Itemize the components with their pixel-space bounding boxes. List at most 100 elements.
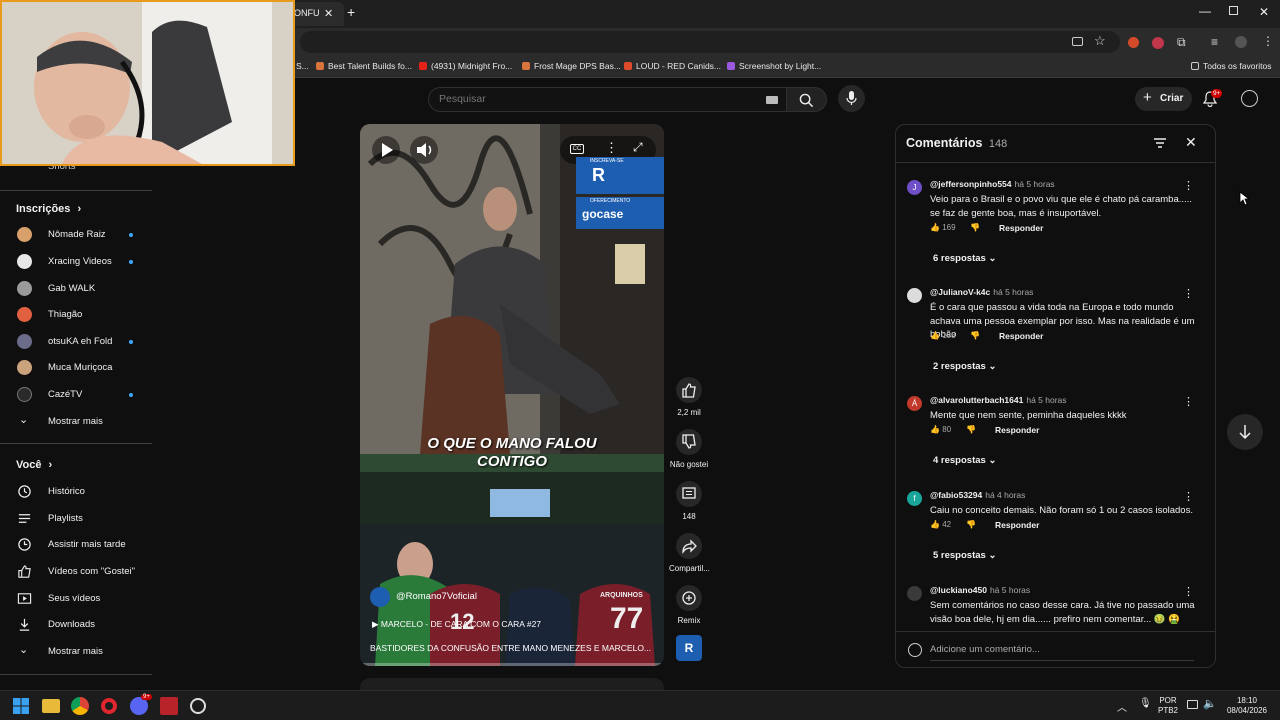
reply-button[interactable]: Responder [995,520,1039,530]
next-short-preview[interactable] [360,678,664,690]
thumb-down-icon[interactable]: 👎 [966,425,976,434]
network-icon[interactable] [1187,700,1198,709]
comment-menu-icon[interactable]: ⋮ [1183,395,1194,408]
comment-menu-icon[interactable]: ⋮ [1183,287,1194,300]
close-window-icon[interactable]: ✕ [1259,5,1269,19]
close-comments-icon[interactable]: ✕ [1185,134,1197,151]
sidebar-subscription[interactable]: CazéTV [0,383,150,407]
comment-avatar[interactable] [907,288,922,303]
bookmark-item[interactable]: S... [296,61,309,71]
comment-like-button[interactable]: 👍 169 [930,223,956,232]
comment-author[interactable]: @alvarolutterbach1641 há 5 horas [930,395,1067,405]
add-comment-area[interactable]: Adicione um comentário... [896,631,1215,667]
language-indicator[interactable]: POR PTB2 [1155,696,1181,716]
shorts-video-player[interactable]: CC ⋮ ⤢ INSCREVA-SE R OFERECIMENTO gocase… [360,124,664,666]
comment-avatar[interactable]: f [907,491,922,506]
file-explorer-icon[interactable] [42,699,60,713]
sidebar-item-liked-videos[interactable]: Vídeos com "Gostei" [0,560,150,584]
view-replies-button[interactable]: 2 respostas ⌄ [933,361,996,372]
sidebar-item-playlists[interactable]: Playlists [0,507,150,531]
remix-button[interactable]: Remix [669,585,709,625]
share-button[interactable]: Compartil... [669,533,710,573]
sort-icon[interactable] [1153,137,1167,149]
thumb-down-icon[interactable]: 👎 [966,520,976,529]
you-heading[interactable]: Você › [16,459,52,471]
reply-button[interactable]: Responder [995,425,1039,435]
dislike-button[interactable]: Não gostei [669,429,709,469]
progress-bar[interactable] [360,663,664,666]
app-icon[interactable] [160,697,178,715]
volume-tray-icon[interactable]: 🔈 [1203,697,1217,710]
comment-avatar[interactable]: Á [907,396,922,411]
sidebar-subscription[interactable]: otsuKA eh Fold [0,330,150,354]
bookmark-item[interactable]: Frost Mage DPS Bas... [522,61,621,71]
fullscreen-icon[interactable]: ⤢ [633,140,643,155]
clock[interactable]: 18:10 08/04/2026 [1222,696,1272,716]
show-more-subscriptions[interactable]: ⌄ Mostrar mais [0,410,150,434]
browser-menu-icon[interactable]: ⋮ [1262,34,1274,48]
channel-thumbnail[interactable]: R [676,635,702,661]
minimize-icon[interactable]: — [1199,4,1211,18]
windows-start-icon[interactable] [12,697,30,715]
sidebar-subscription[interactable]: Gab WALK [0,277,150,301]
url-field[interactable] [300,31,1120,53]
bookmark-item[interactable]: LOUD - RED Canids... [624,61,721,71]
notifications-button[interactable]: 9+ [1203,89,1223,107]
more-options-icon[interactable]: ⋮ [605,140,618,156]
profile-avatar[interactable] [1235,36,1247,48]
comment-author[interactable]: @fabio53294 há 4 horas [930,490,1025,500]
comment-avatar[interactable]: J [907,180,922,195]
scroll-down-button[interactable] [1227,414,1263,450]
all-bookmarks[interactable]: Todos os favoritos [1191,61,1272,71]
comment-menu-icon[interactable]: ⋮ [1183,490,1194,503]
tray-chevron-icon[interactable]: ︿ [1117,699,1127,714]
bookmark-item[interactable]: (4931) Midnight Fro... [419,61,512,71]
search-box[interactable] [428,87,787,112]
play-button[interactable] [372,136,400,164]
sidebar-subscription[interactable]: Muca Muriçoca [0,356,150,380]
view-replies-button[interactable]: 5 respostas ⌄ [933,550,996,561]
comment-like-button[interactable]: 👍 183 [930,331,956,340]
keyboard-icon[interactable] [766,96,778,104]
mic-tray-icon[interactable]: 🎙 [1139,698,1152,709]
extensions-puzzle-icon[interactable]: ⧉ [1177,35,1186,50]
media-controls-icon[interactable]: ≡ [1211,35,1218,49]
thumb-down-icon[interactable]: 👎 [970,223,980,232]
subscriptions-heading[interactable]: Inscrições › [16,203,81,215]
new-tab-icon[interactable]: + [347,4,355,20]
comment-like-button[interactable]: 👍 42 [930,520,951,529]
sidebar-item-downloads[interactable]: Downloads [0,613,150,637]
sidebar-item-history[interactable]: Histórico [0,480,150,504]
bookmark-star-icon[interactable]: ☆ [1094,33,1106,49]
sidebar-subscription[interactable]: Xracing Videos [0,250,150,274]
video-title[interactable]: BASTIDORES DA CONFUSÃO ENTRE MANO MENEZE… [370,643,651,653]
reply-button[interactable]: Responder [999,331,1043,341]
search-input[interactable] [439,93,759,105]
reply-button[interactable]: Responder [999,223,1043,233]
opera-icon[interactable] [101,698,117,714]
volume-button[interactable] [410,136,438,164]
search-button[interactable] [787,87,827,112]
bookmark-item[interactable]: Best Talent Builds fo... [316,61,412,71]
restore-icon[interactable] [1229,6,1238,15]
voice-search-button[interactable] [838,85,865,112]
create-button[interactable]: + Criar [1135,87,1192,111]
comment-author[interactable]: @luckiano450 há 5 horas [930,585,1030,595]
thumb-down-icon[interactable]: 👎 [970,331,980,340]
comment-menu-icon[interactable]: ⋮ [1183,585,1194,598]
extension-badge-icon[interactable] [1152,37,1164,49]
sidebar-subscription[interactable]: Nômade Raiz [0,223,150,247]
comment-author[interactable]: @jeffersonpinho554 há 5 horas [930,179,1055,189]
extension-red-icon[interactable] [1128,37,1139,48]
show-more-you[interactable]: ⌄ Mostrar mais [0,640,150,664]
like-button[interactable]: 2,2 mil [669,377,709,417]
sidebar-item-watch-later[interactable]: Assistir mais tarde [0,533,150,557]
sidebar-subscription[interactable]: Thiagão [0,303,150,327]
comment-author[interactable]: @JulianoV-k4c há 5 horas [930,287,1033,297]
comment-menu-icon[interactable]: ⋮ [1183,179,1194,192]
comment-like-button[interactable]: 👍 80 [930,425,951,434]
playlist-link[interactable]: ▶ MARCELO - DE CARA COM O CARA #27 [372,619,541,630]
captions-icon[interactable]: CC [570,144,584,154]
add-comment-input[interactable]: Adicione um comentário... [930,644,1040,655]
comments-button[interactable]: 148 [669,481,709,521]
